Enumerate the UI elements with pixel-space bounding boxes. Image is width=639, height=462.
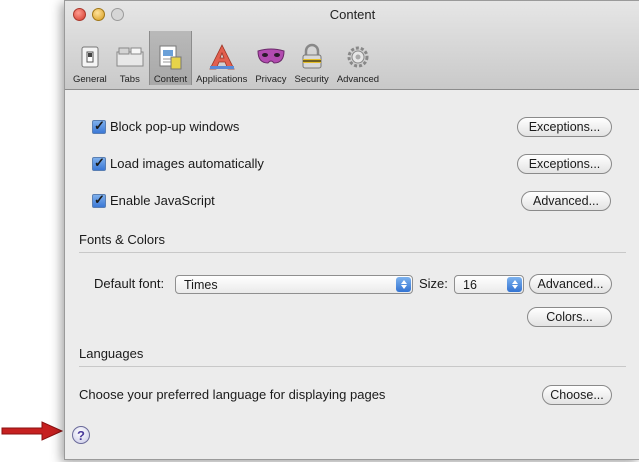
choose-language-button[interactable]: Choose... bbox=[542, 385, 612, 405]
default-font-value: Times bbox=[184, 277, 218, 292]
tab-advanced-label: Advanced bbox=[336, 74, 380, 85]
preferences-toolbar: General Tabs Content Applications Privac… bbox=[69, 31, 383, 85]
tab-privacy[interactable]: Privacy bbox=[251, 33, 290, 85]
window-title: Content bbox=[329, 7, 376, 22]
privacy-mask-icon bbox=[256, 42, 286, 72]
enable-javascript-checkbox[interactable] bbox=[92, 192, 106, 208]
security-lock-icon bbox=[297, 42, 327, 72]
general-switch-icon bbox=[75, 42, 105, 72]
javascript-advanced-button[interactable]: Advanced... bbox=[521, 191, 611, 211]
load-images-label: Load images automatically bbox=[110, 156, 264, 171]
tab-applications[interactable]: Applications bbox=[192, 33, 251, 85]
enable-javascript-label: Enable JavaScript bbox=[110, 193, 215, 208]
content-document-icon bbox=[155, 42, 185, 72]
popup-exceptions-button[interactable]: Exceptions... bbox=[517, 117, 612, 137]
languages-description: Choose your preferred language for displ… bbox=[79, 387, 386, 402]
tab-tabs[interactable]: Tabs bbox=[111, 33, 149, 85]
default-font-popup[interactable]: Times bbox=[175, 275, 413, 294]
block-popups-label: Block pop-up windows bbox=[110, 119, 240, 134]
popup-arrows-icon bbox=[507, 277, 522, 292]
tabs-icon bbox=[115, 42, 145, 72]
tab-applications-label: Applications bbox=[196, 74, 248, 85]
preferences-window: Content General Tabs Content Application… bbox=[64, 0, 639, 460]
default-font-label: Default font: bbox=[94, 276, 165, 291]
applications-a-icon bbox=[207, 42, 237, 72]
load-images-checkbox[interactable] bbox=[92, 155, 106, 171]
languages-divider bbox=[79, 366, 626, 367]
red-arrow-icon bbox=[1, 421, 64, 441]
tab-content-label: Content bbox=[153, 74, 188, 85]
fonts-advanced-button[interactable]: Advanced... bbox=[529, 274, 612, 294]
tab-tabs-label: Tabs bbox=[119, 74, 140, 85]
popup-arrows-icon bbox=[396, 277, 411, 292]
tab-privacy-label: Privacy bbox=[255, 74, 287, 85]
fonts-colors-heading: Fonts & Colors bbox=[79, 232, 165, 247]
font-size-label: Size: bbox=[419, 276, 448, 291]
help-button[interactable]: ? bbox=[72, 426, 90, 444]
tab-content[interactable]: Content bbox=[148, 31, 193, 85]
tab-advanced[interactable]: Advanced bbox=[333, 33, 383, 85]
content-pane: Block pop-up windows Exceptions... Load … bbox=[65, 90, 639, 459]
block-popups-checkbox[interactable] bbox=[92, 118, 106, 134]
tab-general-label: General bbox=[73, 74, 107, 85]
languages-heading: Languages bbox=[79, 346, 144, 361]
colors-button[interactable]: Colors... bbox=[527, 307, 612, 327]
tab-security-label: Security bbox=[294, 74, 329, 85]
tab-security[interactable]: Security bbox=[290, 33, 332, 85]
title-bar: Content General Tabs Content Application… bbox=[65, 1, 639, 90]
images-exceptions-button[interactable]: Exceptions... bbox=[517, 154, 612, 174]
tab-general[interactable]: General bbox=[69, 33, 111, 85]
font-size-value: 16 bbox=[463, 277, 477, 292]
advanced-gear-icon bbox=[343, 42, 373, 72]
fonts-colors-divider bbox=[79, 252, 626, 253]
font-size-popup[interactable]: 16 bbox=[454, 275, 524, 294]
